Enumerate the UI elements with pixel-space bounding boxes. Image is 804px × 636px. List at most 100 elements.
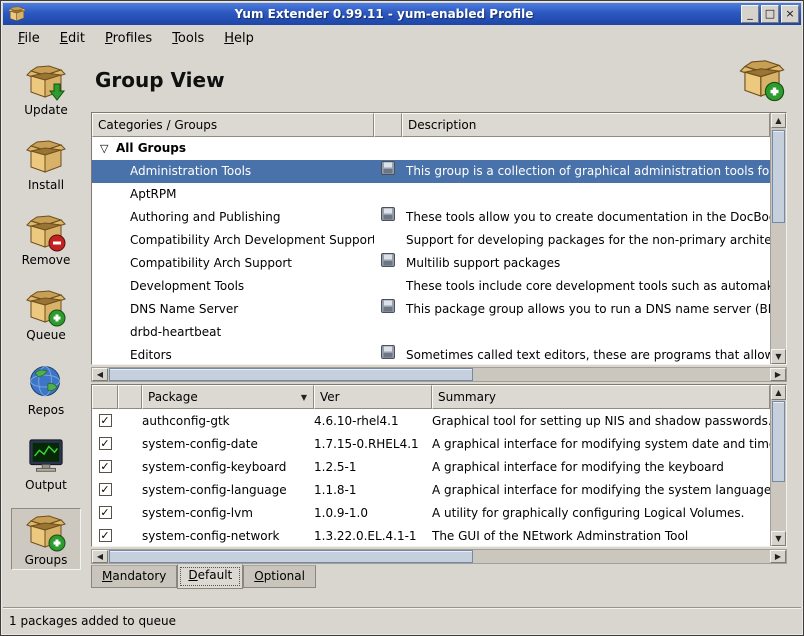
- scrollbar-thumb[interactable]: [109, 368, 473, 381]
- group-row[interactable]: Compatibility Arch Development SupportSu…: [92, 229, 770, 252]
- arrow-up-icon: ▲: [775, 388, 781, 397]
- group-name: Authoring and Publishing: [92, 206, 374, 229]
- group-row[interactable]: drbd-heartbeat: [92, 321, 770, 344]
- close-button[interactable]: ×: [781, 5, 799, 23]
- column-header-summary[interactable]: Summary: [432, 385, 770, 409]
- package-checkbox[interactable]: ✓: [99, 529, 112, 542]
- globe-repos-icon: [26, 362, 66, 402]
- column-header-categories[interactable]: Categories / Groups: [92, 113, 374, 137]
- page-title: Group View: [91, 52, 787, 92]
- package-checkbox[interactable]: ✓: [99, 437, 112, 450]
- tab-mandatory[interactable]: Mandatory: [91, 565, 177, 588]
- package-row[interactable]: ✓authconfig-gtk4.6.10-rhel4.1Graphical t…: [92, 409, 770, 432]
- package-checkbox[interactable]: ✓: [99, 483, 112, 496]
- maximize-button[interactable]: □: [761, 5, 779, 23]
- packages-horizontal-scrollbar[interactable]: ◀ ▶: [91, 549, 787, 564]
- window-icon: [7, 5, 27, 23]
- group-row[interactable]: AptRPM: [92, 183, 770, 206]
- scrollbar-track[interactable]: [108, 550, 770, 563]
- minimize-button[interactable]: _: [741, 5, 759, 23]
- package-remove-icon: [24, 212, 68, 252]
- menu-tools[interactable]: Tools: [163, 27, 213, 50]
- menu-file[interactable]: File: [9, 27, 49, 50]
- group-row[interactable]: EditorsSometimes called text editors, th…: [92, 344, 770, 364]
- scrollbar-track[interactable]: [771, 400, 786, 531]
- scroll-up-button[interactable]: ▲: [771, 385, 786, 400]
- package-version: 1.1.8-1: [314, 483, 432, 497]
- column-header-ver[interactable]: Ver: [314, 385, 432, 409]
- sidebar-item-repos[interactable]: Repos: [11, 358, 81, 420]
- sidebar-item-update[interactable]: Update: [11, 58, 81, 120]
- group-row[interactable]: Compatibility Arch SupportMultilib suppo…: [92, 252, 770, 275]
- column-header-icon[interactable]: [118, 385, 142, 409]
- package-row[interactable]: ✓system-config-lvm1.0.9-1.0A utility for…: [92, 501, 770, 524]
- package-checkbox[interactable]: ✓: [99, 460, 112, 473]
- group-description: [402, 183, 770, 206]
- column-header-status-icon[interactable]: [374, 113, 402, 137]
- packages-panel: Package ▼ Ver Summary ✓authconfig-gtk4.6…: [91, 384, 787, 547]
- tab-optional[interactable]: Optional: [243, 565, 316, 588]
- sidebar-item-label: Update: [24, 103, 67, 117]
- scroll-up-button[interactable]: ▲: [771, 113, 786, 128]
- package-row[interactable]: ✓system-config-date1.7.15-0.RHEL4.1A gra…: [92, 432, 770, 455]
- installed-disk-icon: [381, 160, 395, 183]
- group-row[interactable]: DNS Name ServerThis package group allows…: [92, 298, 770, 321]
- expander-open-icon[interactable]: ▽: [100, 137, 116, 160]
- scrollbar-thumb[interactable]: [109, 550, 473, 563]
- package-checkbox[interactable]: ✓: [99, 506, 112, 519]
- scroll-down-button[interactable]: ▼: [771, 349, 786, 364]
- package-groups-icon: [24, 512, 68, 552]
- group-name: Development Tools: [92, 275, 374, 298]
- arrow-up-icon: ▲: [775, 116, 781, 125]
- menu-help[interactable]: Help: [215, 27, 263, 50]
- menu-profiles[interactable]: Profiles: [96, 27, 161, 50]
- package-row[interactable]: ✓system-config-keyboard1.2.5-1A graphica…: [92, 455, 770, 478]
- sidebar-item-label: Output: [25, 478, 67, 492]
- package-name: authconfig-gtk: [142, 414, 314, 428]
- scrollbar-track[interactable]: [108, 368, 770, 381]
- column-header-package[interactable]: Package ▼: [142, 385, 314, 409]
- scroll-down-button[interactable]: ▼: [771, 531, 786, 546]
- sort-indicator-icon: ▼: [301, 393, 308, 402]
- scrollbar-thumb[interactable]: [772, 401, 785, 482]
- column-header-checkbox[interactable]: [92, 385, 118, 409]
- package-row[interactable]: ✓system-config-language1.1.8-1A graphica…: [92, 478, 770, 501]
- package-summary: The GUI of the NEtwork Adminstration Too…: [432, 529, 770, 543]
- sidebar-item-label: Remove: [22, 253, 71, 267]
- menu-edit[interactable]: Edit: [51, 27, 94, 50]
- packages-vertical-scrollbar[interactable]: ▲ ▼: [770, 385, 786, 546]
- sidebar-item-output[interactable]: Output: [11, 433, 81, 495]
- group-name: DNS Name Server: [92, 298, 374, 321]
- group-row[interactable]: Administration ToolsThis group is a coll…: [92, 160, 770, 183]
- package-summary: Graphical tool for setting up NIS and sh…: [432, 414, 770, 428]
- monitor-output-icon: [24, 437, 68, 477]
- menubar: FileEditProfilesToolsHelp: [3, 25, 801, 52]
- scroll-left-button[interactable]: ◀: [92, 368, 108, 381]
- titlebar[interactable]: Yum Extender 0.99.11 - yum-enabled Profi…: [3, 3, 801, 25]
- window-title: Yum Extender 0.99.11 - yum-enabled Profi…: [29, 7, 739, 21]
- group-view-icon: [737, 56, 787, 106]
- groups-vertical-scrollbar[interactable]: ▲ ▼: [770, 113, 786, 364]
- scrollbar-thumb[interactable]: [772, 130, 785, 223]
- scroll-left-button[interactable]: ◀: [92, 550, 108, 563]
- scroll-right-button[interactable]: ▶: [770, 368, 786, 381]
- sidebar-item-install[interactable]: Install: [11, 133, 81, 195]
- tab-default[interactable]: Default: [177, 564, 243, 589]
- package-row[interactable]: ✓system-config-network1.3.22.0.EL.4.1-1T…: [92, 524, 770, 546]
- sidebar-item-groups[interactable]: Groups: [11, 508, 81, 570]
- group-name: Editors: [92, 344, 374, 364]
- group-row[interactable]: Authoring and PublishingThese tools allo…: [92, 206, 770, 229]
- package-queue-icon: [24, 287, 68, 327]
- scroll-right-button[interactable]: ▶: [770, 550, 786, 563]
- group-row-all-groups[interactable]: ▽All Groups: [92, 137, 770, 160]
- package-update-icon: [24, 62, 68, 102]
- groups-horizontal-scrollbar[interactable]: ◀ ▶: [91, 367, 787, 382]
- package-name: system-config-date: [142, 437, 314, 451]
- group-row[interactable]: Development ToolsThese tools include cor…: [92, 275, 770, 298]
- scrollbar-track[interactable]: [771, 128, 786, 349]
- column-header-description[interactable]: Description: [402, 113, 770, 137]
- package-checkbox[interactable]: ✓: [99, 414, 112, 427]
- sidebar-item-queue[interactable]: Queue: [11, 283, 81, 345]
- sidebar-item-remove[interactable]: Remove: [11, 208, 81, 270]
- minimize-icon: _: [747, 7, 753, 20]
